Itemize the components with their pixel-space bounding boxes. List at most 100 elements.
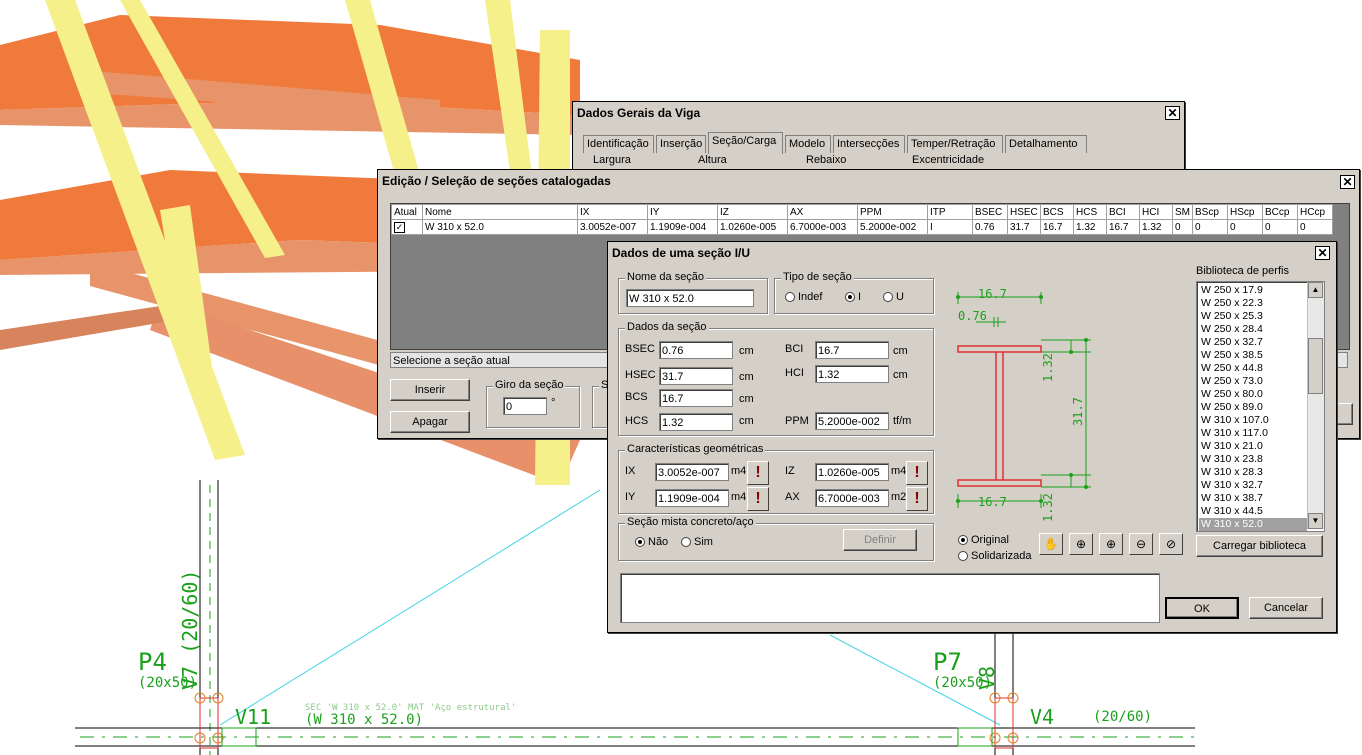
viga-window-title: Dados Gerais da Viga xyxy=(574,103,1183,123)
ppm-input[interactable]: 5.2000e-002 xyxy=(815,412,889,430)
library-list-item[interactable]: W 250 x 73.0 xyxy=(1199,375,1307,388)
library-list-item[interactable]: W 250 x 22.3 xyxy=(1199,297,1307,310)
library-list-item[interactable]: W 310 x 107.0 xyxy=(1199,414,1307,427)
library-list-item[interactable]: W 250 x 80.0 xyxy=(1199,388,1307,401)
col-bsec: BSEC xyxy=(972,204,1008,220)
library-list-item[interactable]: W 310 x 117.0 xyxy=(1199,427,1307,440)
iy-label: IY xyxy=(625,491,636,503)
definir-button[interactable]: Definir xyxy=(843,529,917,551)
col-bcs: BCS xyxy=(1040,204,1074,220)
col-bscp: BScp xyxy=(1192,204,1228,220)
ok-button[interactable]: OK xyxy=(1165,597,1239,619)
col-ppm: PPM xyxy=(857,204,928,220)
scroll-thumb[interactable] xyxy=(1308,338,1323,394)
ppm-unit: tf/m xyxy=(893,415,912,427)
radio-i[interactable]: I xyxy=(845,291,861,303)
library-list-item[interactable]: W 250 x 28.4 xyxy=(1199,323,1307,336)
library-list-item[interactable]: W 250 x 32.7 xyxy=(1199,336,1307,349)
hci-label: HCI xyxy=(785,367,804,379)
hcs-input[interactable]: 1.32 xyxy=(659,413,733,431)
insert-button[interactable]: Inserir xyxy=(390,379,470,401)
carregar-biblioteca-button[interactable]: Carregar biblioteca xyxy=(1196,535,1323,557)
table-cell: 0 xyxy=(1297,219,1333,235)
zoom-in-icon[interactable]: ⊕ xyxy=(1099,533,1123,555)
hsec-input[interactable]: 31.7 xyxy=(659,367,733,385)
zoom-out-icon[interactable]: ⊖ xyxy=(1129,533,1153,555)
iy-calc-button[interactable]: ! xyxy=(747,487,769,511)
table-row[interactable]: ✓ W 310 x 52.0 3.0052e-007 1.1909e-004 1… xyxy=(391,219,1333,235)
library-list-item[interactable]: W 310 x 23.8 xyxy=(1199,453,1307,466)
library-list-item[interactable]: W 310 x 32.7 xyxy=(1199,479,1307,492)
col-sm: SM xyxy=(1172,204,1193,220)
col-ix: IX xyxy=(577,204,648,220)
bci-label: BCI xyxy=(785,343,804,355)
library-list-item[interactable]: W 250 x 89.0 xyxy=(1199,401,1307,414)
tab-secao-carga[interactable]: Seção/Carga xyxy=(708,132,783,154)
radio-u[interactable]: U xyxy=(883,291,904,303)
radio-solidarizada[interactable]: Solidarizada xyxy=(958,550,1032,562)
message-area xyxy=(620,573,1160,623)
ax-calc-button[interactable]: ! xyxy=(906,487,928,511)
tab-insercao[interactable]: Inserção xyxy=(656,135,706,153)
library-list-item[interactable]: W 310 x 52.0 xyxy=(1199,518,1307,531)
bsec-input[interactable]: 0.76 xyxy=(659,341,733,359)
close-icon[interactable]: ✕ xyxy=(1340,175,1355,189)
bcs-input[interactable]: 16.7 xyxy=(659,389,733,407)
giro-input[interactable]: 0 xyxy=(503,397,547,415)
library-list-item[interactable]: W 250 x 38.5 xyxy=(1199,349,1307,362)
radio-indef[interactable]: Indef xyxy=(785,291,822,303)
delete-button[interactable]: Apagar xyxy=(390,411,470,433)
library-list-item[interactable]: W 310 x 38.7 xyxy=(1199,492,1307,505)
cad-label-p7: P7 xyxy=(933,648,962,676)
dim-height: 31.7 xyxy=(1071,397,1085,426)
scroll-up-icon[interactable]: ▲ xyxy=(1308,282,1323,298)
library-list-item[interactable]: W 310 x 44.5 xyxy=(1199,505,1307,518)
library-list-item[interactable]: W 310 x 28.3 xyxy=(1199,466,1307,479)
list-scrollbar[interactable]: ▲ ▼ xyxy=(1307,282,1324,529)
close-icon[interactable]: ✕ xyxy=(1315,246,1330,260)
col-atual: Atual xyxy=(391,204,423,220)
tab-modelo[interactable]: Modelo xyxy=(785,135,831,153)
ix-input[interactable]: 3.0052e-007 xyxy=(655,463,729,481)
radio-mista-sim[interactable]: Sim xyxy=(681,536,713,548)
cancel-button[interactable]: Cancelar xyxy=(1249,597,1323,619)
table-cell: 1.32 xyxy=(1139,219,1173,235)
biblioteca-list[interactable]: W 250 x 17.9 W 250 x 22.3 W 250 x 25.3 W 25… xyxy=(1196,281,1325,532)
library-list-item[interactable]: W 310 x 21.0 xyxy=(1199,440,1307,453)
radio-original[interactable]: Original xyxy=(958,534,1009,546)
iy-input[interactable]: 1.1909e-004 xyxy=(655,489,729,507)
scroll-down-icon[interactable]: ▼ xyxy=(1308,513,1323,529)
zoom-extents-icon[interactable]: ⊘ xyxy=(1159,533,1183,555)
close-icon[interactable]: ✕ xyxy=(1165,106,1180,120)
cad-label-v8: V8 xyxy=(975,665,999,690)
library-list-item[interactable]: W 250 x 17.9 xyxy=(1199,284,1307,297)
tab-detalhamento[interactable]: Detalhamento xyxy=(1005,135,1087,153)
table-cell: 31.7 xyxy=(1007,219,1041,235)
ax-input[interactable]: 6.7000e-003 xyxy=(815,489,889,507)
atual-checkbox[interactable]: ✓ xyxy=(391,219,423,235)
iz-input[interactable]: 1.0260e-005 xyxy=(815,463,889,481)
secao-dialog-title: Dados de uma seção I/U xyxy=(609,243,1335,263)
library-list-item[interactable]: W 250 x 25.3 xyxy=(1199,310,1307,323)
nome-input[interactable]: W 310 x 52.0 xyxy=(626,289,754,307)
table-cell: 1.0260e-005 xyxy=(717,219,788,235)
library-list-item[interactable]: W 250 x 44.8 xyxy=(1199,362,1307,375)
tab-identificacao[interactable]: Identificação xyxy=(583,135,654,153)
ix-calc-button[interactable]: ! xyxy=(747,461,769,485)
tab-temper-retracao[interactable]: Temper/Retração xyxy=(907,135,1003,153)
hci-input[interactable]: 1.32 xyxy=(815,365,889,383)
table-cell: 5.2000e-002 xyxy=(857,219,928,235)
col-iy: IY xyxy=(647,204,718,220)
col-hccp: HCcp xyxy=(1297,204,1333,220)
edicao-window-title: Edição / Seleção de seções catalogadas xyxy=(379,171,1358,191)
tab-interseccoes[interactable]: Intersecções xyxy=(833,135,905,153)
iz-calc-button[interactable]: ! xyxy=(906,461,928,485)
zoom-window-icon[interactable]: ⊕ xyxy=(1069,533,1093,555)
table-cell: 3.0052e-007 xyxy=(577,219,648,235)
dim-web: 0.76 xyxy=(958,309,987,323)
pan-icon[interactable]: ✋ xyxy=(1039,533,1063,555)
geom-group: Características geométricas IX 3.0052e-0… xyxy=(618,443,934,514)
radio-mista-nao[interactable]: Não xyxy=(635,536,668,548)
bci-input[interactable]: 16.7 xyxy=(815,341,889,359)
table-cell: 0 xyxy=(1192,219,1228,235)
